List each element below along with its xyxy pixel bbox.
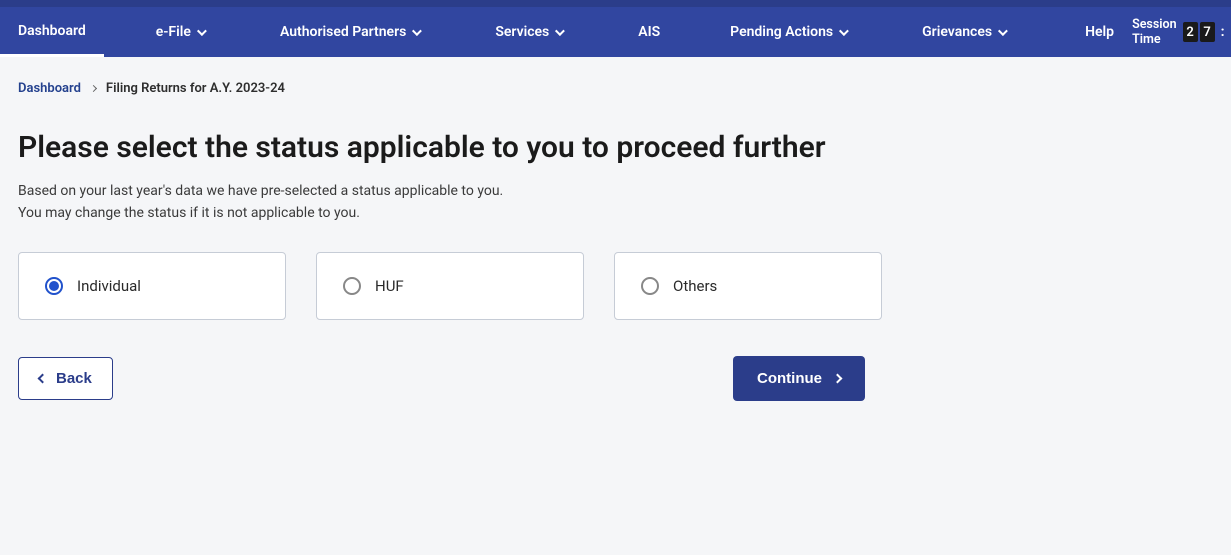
option-huf[interactable]: HUF xyxy=(316,252,584,320)
status-options: Individual HUF Others xyxy=(18,252,882,320)
nav-authorised-partners[interactable]: Authorised Partners xyxy=(262,7,437,57)
radio-icon xyxy=(45,277,63,295)
breadcrumb-root[interactable]: Dashboard xyxy=(18,81,81,96)
subtext-line: You may change the status if it is not a… xyxy=(18,203,882,225)
breadcrumb: Dashboard Filing Returns for A.Y. 2023-2… xyxy=(0,57,1231,110)
nav-ais[interactable]: AIS xyxy=(620,7,678,57)
top-accent-bar xyxy=(0,0,1231,7)
breadcrumb-current: Filing Returns for A.Y. 2023-24 xyxy=(106,81,285,96)
chevron-down-icon xyxy=(839,26,849,36)
nav-help[interactable]: Help xyxy=(1067,7,1132,57)
page-subtext: Based on your last year's data we have p… xyxy=(18,181,882,224)
option-label: HUF xyxy=(375,277,404,295)
nav-grievances[interactable]: Grievances xyxy=(904,7,1023,57)
nav-efile[interactable]: e-File xyxy=(138,7,222,57)
nav-label: Dashboard xyxy=(18,23,86,39)
nav-label: AIS xyxy=(638,24,660,40)
chevron-left-icon xyxy=(38,374,48,384)
nav-pending-actions[interactable]: Pending Actions xyxy=(712,7,864,57)
chevron-down-icon xyxy=(412,26,422,36)
nav-label: Grievances xyxy=(922,24,992,40)
action-row: Back Continue xyxy=(18,356,865,401)
option-label: Others xyxy=(673,277,717,295)
chevron-right-icon xyxy=(833,374,843,384)
digit: 7 xyxy=(1200,22,1215,42)
option-label: Individual xyxy=(77,277,141,295)
radio-icon xyxy=(641,277,659,295)
option-others[interactable]: Others xyxy=(614,252,882,320)
nav-label: Authorised Partners xyxy=(280,24,406,40)
nav-label: Services xyxy=(495,24,549,40)
nav-label: Pending Actions xyxy=(730,24,833,40)
timer-colon: : xyxy=(1221,22,1225,42)
session-label: Session Time xyxy=(1132,17,1177,47)
option-individual[interactable]: Individual xyxy=(18,252,286,320)
digit: 2 xyxy=(1183,22,1198,42)
back-button[interactable]: Back xyxy=(18,357,113,400)
chevron-down-icon xyxy=(555,26,565,36)
nav-label: e-File xyxy=(156,24,191,40)
subtext-line: Based on your last year's data we have p… xyxy=(18,181,882,203)
page-title: Please select the status applicable to y… xyxy=(18,128,882,167)
session-timer: Session Time 2 7 : 2 4 xyxy=(1132,17,1231,47)
button-label: Back xyxy=(56,370,92,387)
nav-dashboard[interactable]: Dashboard xyxy=(0,7,104,57)
continue-button[interactable]: Continue xyxy=(733,356,865,401)
chevron-down-icon xyxy=(998,26,1008,36)
timer-minutes: 2 7 xyxy=(1183,22,1215,42)
button-label: Continue xyxy=(757,370,822,387)
nav-label: Help xyxy=(1085,24,1114,40)
chevron-down-icon xyxy=(197,26,207,36)
main-navbar: Dashboard e-File Authorised Partners Ser… xyxy=(0,7,1231,57)
nav-services[interactable]: Services xyxy=(477,7,580,57)
main-content: Please select the status applicable to y… xyxy=(0,110,900,441)
chevron-right-icon xyxy=(90,85,97,92)
radio-icon xyxy=(343,277,361,295)
